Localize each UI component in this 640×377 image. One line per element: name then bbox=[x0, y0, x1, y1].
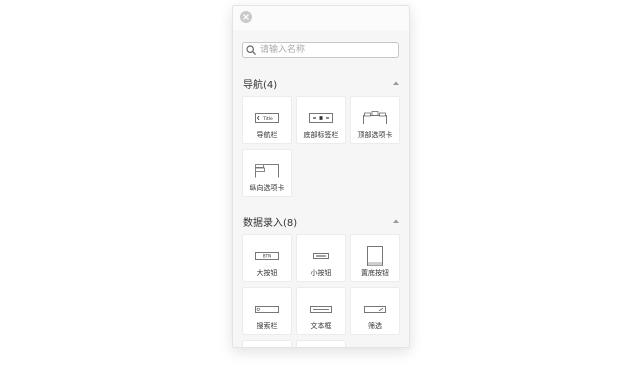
search-field[interactable] bbox=[242, 42, 399, 58]
navbar-icon: Title bbox=[243, 109, 291, 127]
component-tile-bottom-button[interactable]: 置底按钮 bbox=[350, 234, 400, 282]
filter-icon bbox=[351, 300, 399, 318]
component-tile-partial[interactable] bbox=[296, 340, 346, 347]
search-input[interactable] bbox=[258, 43, 388, 57]
component-tile-large-button[interactable]: BTN 大按钮 bbox=[242, 234, 292, 282]
top-tabs-icon bbox=[351, 109, 399, 127]
tile-label: 文本框 bbox=[310, 322, 332, 330]
bottom-tabbar-icon bbox=[297, 109, 345, 127]
tile-label: 置底按钮 bbox=[361, 269, 389, 277]
group-title: 导航(4) bbox=[243, 79, 278, 91]
component-tile-filter[interactable]: 筛选 bbox=[350, 287, 400, 335]
tile-label: 搜索栏 bbox=[256, 322, 278, 330]
collapse-arrow-icon[interactable] bbox=[393, 218, 401, 224]
small-button-icon bbox=[297, 247, 345, 265]
group-header-navigation[interactable]: 导航(4) bbox=[243, 76, 401, 91]
tile-label: 大按钮 bbox=[256, 269, 278, 277]
component-tile-searchbar[interactable]: 搜索栏 bbox=[242, 287, 292, 335]
close-icon[interactable] bbox=[240, 11, 252, 23]
vertical-tabs-icon bbox=[243, 162, 291, 180]
group-title: 数据录入(8) bbox=[243, 217, 298, 229]
component-tile-partial[interactable] bbox=[242, 340, 292, 347]
tile-label: 底部标签栏 bbox=[303, 131, 339, 139]
tile-label: 顶部选项卡 bbox=[357, 131, 393, 139]
tile-label: 筛选 bbox=[368, 322, 382, 330]
navbar-icon-text: Title bbox=[262, 116, 273, 122]
tile-label: 纵向选项卡 bbox=[249, 184, 285, 192]
large-button-icon-text: BTN bbox=[263, 254, 271, 259]
tile-label: 导航栏 bbox=[256, 131, 278, 139]
component-tile-top-tabs[interactable]: 顶部选项卡 bbox=[350, 96, 400, 144]
component-tile-bottom-tabbar[interactable]: 底部标签栏 bbox=[296, 96, 346, 144]
bottom-button-icon bbox=[351, 246, 399, 266]
component-tile-vertical-tabs[interactable]: 纵向选项卡 bbox=[242, 149, 292, 197]
textbox-icon bbox=[297, 300, 345, 318]
collapse-arrow-icon[interactable] bbox=[393, 80, 401, 86]
group-header-data-entry[interactable]: 数据录入(8) bbox=[243, 214, 401, 229]
large-button-icon: BTN bbox=[243, 247, 291, 265]
component-panel: 导航(4) Title 导航栏 bbox=[232, 5, 410, 348]
component-tile-textbox[interactable]: 文本框 bbox=[296, 287, 346, 335]
panel-header bbox=[233, 6, 409, 30]
component-tile-navbar[interactable]: Title 导航栏 bbox=[242, 96, 292, 144]
searchbar-icon bbox=[243, 300, 291, 318]
search-icon bbox=[246, 44, 258, 56]
component-tile-small-button[interactable]: 小按钮 bbox=[296, 234, 346, 282]
tile-label: 小按钮 bbox=[310, 269, 332, 277]
